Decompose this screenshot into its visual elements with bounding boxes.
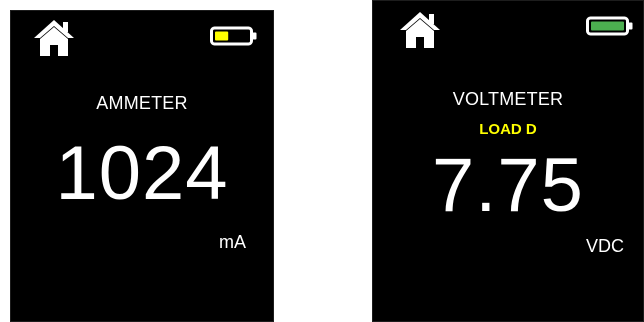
- ammeter-reading: 1024: [55, 131, 229, 216]
- battery-full-icon: [586, 16, 633, 36]
- unit-label: mA: [219, 232, 246, 252]
- load-label: LOAD D: [479, 121, 537, 138]
- unit-label: VDC: [586, 236, 625, 256]
- meter-title: AMMETER: [96, 93, 188, 113]
- battery-low-icon: [210, 26, 257, 46]
- home-icon[interactable]: [32, 18, 76, 58]
- home-icon[interactable]: [398, 10, 442, 50]
- voltmeter-screen: VOLTMETER LOAD D 7.75 VDC: [372, 0, 644, 322]
- voltmeter-reading: 7.75: [432, 143, 584, 228]
- battery-level-fill: [591, 21, 624, 31]
- ammeter-screen: AMMETER 1024 mA: [10, 10, 274, 322]
- battery-level-fill: [215, 31, 229, 41]
- meter-title: VOLTMETER: [452, 89, 564, 109]
